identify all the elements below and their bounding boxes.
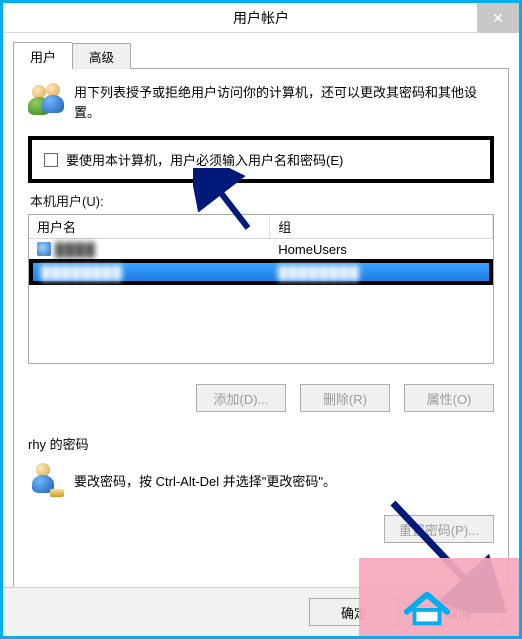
intro-text: 用下列表授予或拒绝用户访问你的计算机，还可以更改其密码和其他设置。: [74, 83, 494, 122]
col-username[interactable]: 用户名: [29, 215, 270, 238]
require-password-row: 要使用本计算机，用户必须输入用户名和密码(E): [28, 136, 494, 183]
user-list[interactable]: 用户名 组 ████ HomeUsers ████████ ███████: [28, 214, 494, 364]
titlebar: 用户帐户 ✕: [3, 3, 519, 33]
local-users-label: 本机用户(U):: [30, 191, 494, 210]
tab-user-label: 用户: [30, 50, 56, 65]
properties-button[interactable]: 属性(O): [404, 384, 494, 412]
col-group[interactable]: 组: [270, 215, 493, 238]
dialog-content: 用户 高级 用下列表授予或拒绝用户访问你的计算机，还可以更改其密码和其他设置。 …: [3, 33, 519, 588]
password-hint-text: 要改密码，按 Ctrl-Alt-Del 并选择"更改密码"。: [74, 471, 336, 490]
user-buttons-row: 添加(D)... 删除(R) 属性(O): [28, 384, 494, 412]
close-icon: ✕: [492, 10, 504, 27]
intro-row: 用下列表授予或拒绝用户访问你的计算机，还可以更改其密码和其他设置。: [28, 83, 494, 122]
username-masked: ████████: [41, 265, 123, 280]
require-password-label: 要使用本计算机，用户必须输入用户名和密码(E): [66, 150, 343, 169]
table-row[interactable]: ████ HomeUsers: [29, 239, 493, 259]
group-cell: HomeUsers: [270, 242, 493, 257]
username-masked: ████: [55, 242, 96, 257]
tab-advanced[interactable]: 高级: [72, 43, 131, 69]
logo-icon: [403, 588, 451, 628]
tabstrip: 用户 高级: [13, 41, 509, 69]
window-title: 用户帐户: [233, 8, 289, 28]
users-icon: [28, 83, 64, 119]
user-key-icon: [30, 463, 64, 497]
password-section: rhy 的密码 要改密码，按 Ctrl-Alt-Del 并选择"更改密码"。 重…: [28, 434, 494, 543]
group-masked: ████████: [278, 265, 360, 280]
delete-button[interactable]: 删除(R): [300, 384, 390, 412]
add-button[interactable]: 添加(D)...: [196, 384, 286, 412]
password-section-label: rhy 的密码: [28, 434, 494, 453]
close-button[interactable]: ✕: [477, 3, 519, 33]
tabpanel-user: 用下列表授予或拒绝用户访问你的计算机，还可以更改其密码和其他设置。 要使用本计算…: [13, 68, 509, 588]
require-password-checkbox[interactable]: [44, 153, 58, 167]
tab-user[interactable]: 用户: [13, 42, 73, 69]
table-row-selected[interactable]: ████████ ████████: [29, 259, 493, 285]
user-icon: [37, 242, 51, 256]
tab-advanced-label: 高级: [89, 51, 114, 65]
reset-password-button[interactable]: 重置密码(P)...: [384, 515, 494, 543]
user-list-header: 用户名 组: [29, 215, 493, 239]
